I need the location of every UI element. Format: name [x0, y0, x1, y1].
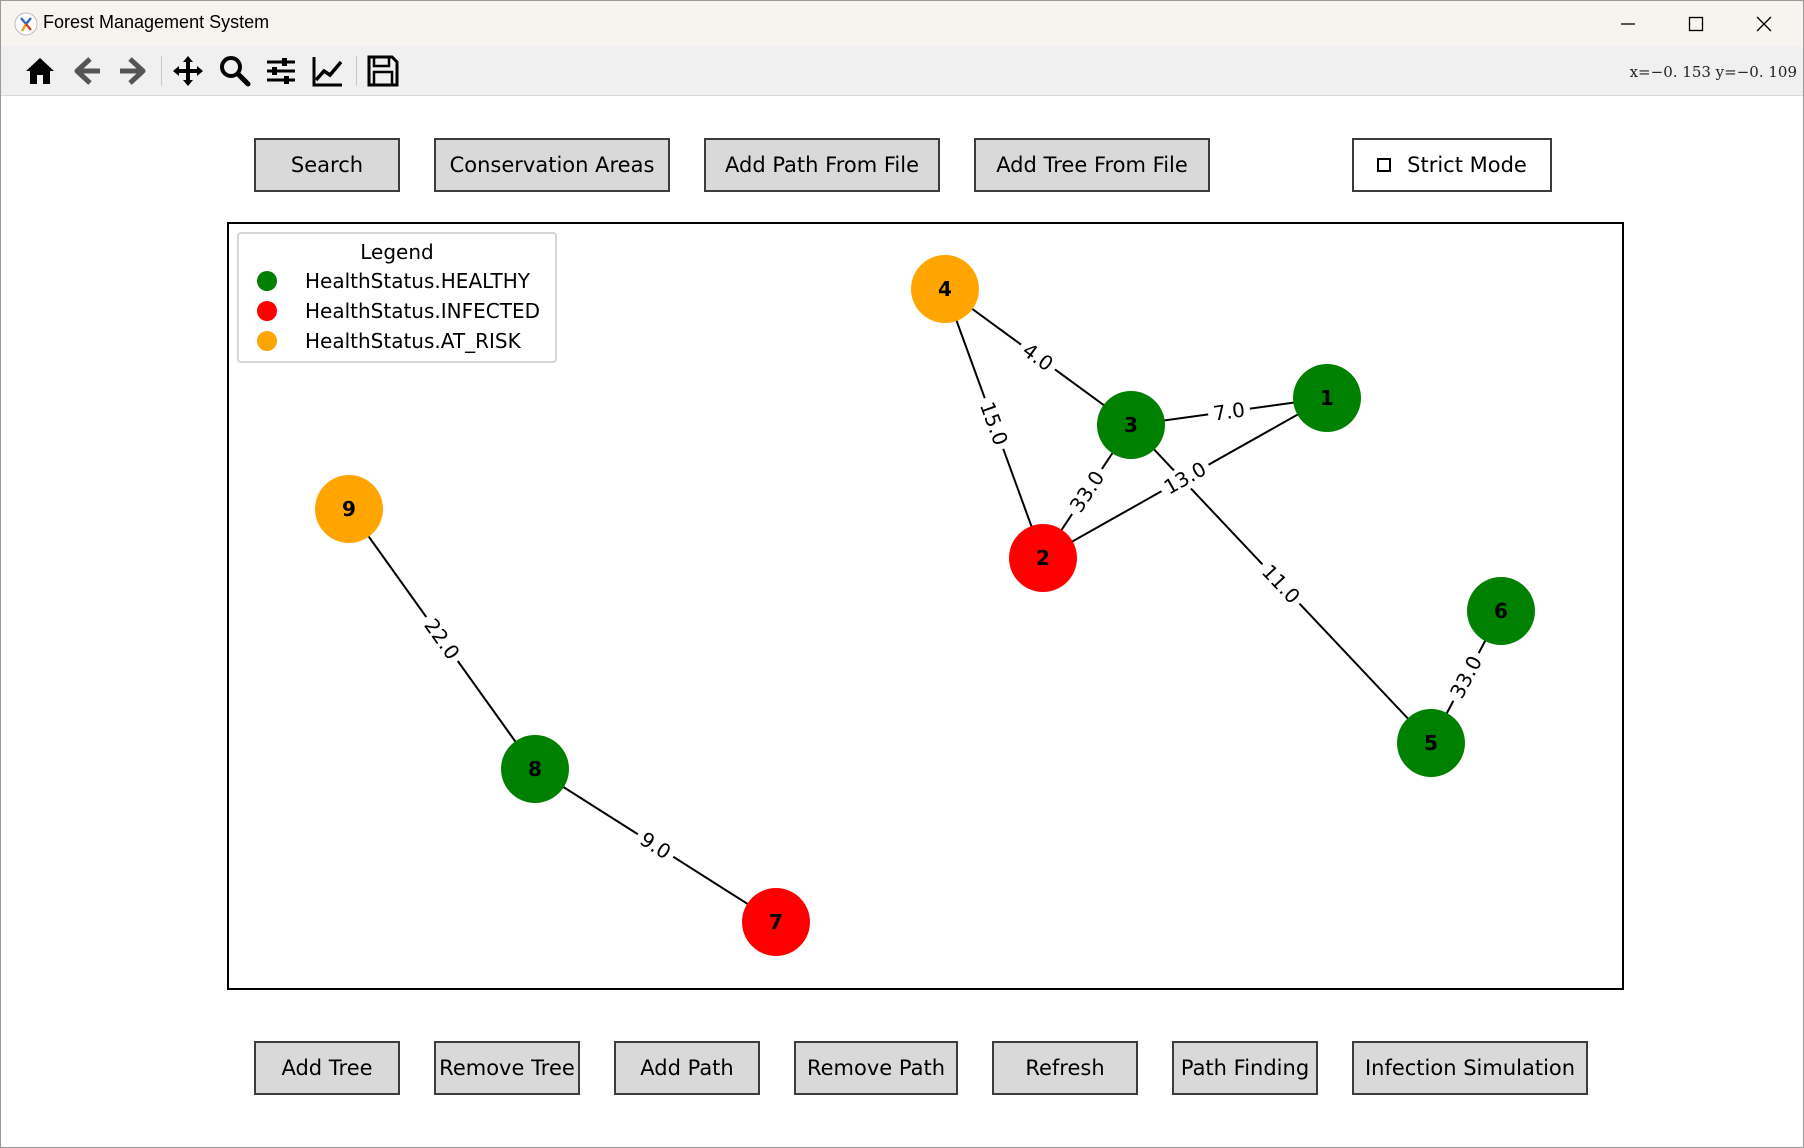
forward-arrow-icon	[120, 57, 146, 85]
legend-item-at-risk: HealthStatus.AT_RISK	[257, 327, 521, 355]
app-window: Forest Management System x=−0. 153 y=−0.…	[0, 0, 1804, 1148]
remove-tree-button[interactable]: Remove Tree	[434, 1041, 580, 1095]
toolbar-separator	[356, 56, 357, 86]
search-button[interactable]: Search	[254, 138, 400, 192]
pan-icon	[173, 56, 203, 86]
strict-mode-checkbox[interactable]: Strict Mode	[1352, 138, 1552, 192]
legend-item-infected: HealthStatus.INFECTED	[257, 297, 540, 325]
minimize-button[interactable]	[1594, 1, 1662, 46]
maximize-button[interactable]	[1662, 1, 1730, 46]
save-button[interactable]	[363, 51, 403, 91]
title-bar: Forest Management System	[1, 1, 1803, 46]
save-icon	[367, 55, 399, 87]
zoom-button[interactable]	[215, 51, 255, 91]
path-finding-button[interactable]: Path Finding	[1172, 1041, 1318, 1095]
edit-axis-button[interactable]	[308, 51, 348, 91]
infection-simulation-button[interactable]: Infection Simulation	[1352, 1041, 1588, 1095]
back-button[interactable]	[67, 51, 107, 91]
cursor-coordinates: x=−0. 153 y=−0. 109	[1629, 63, 1797, 81]
legend-label: HealthStatus.INFECTED	[305, 299, 540, 323]
legend-label: HealthStatus.HEALTHY	[305, 269, 530, 293]
checkbox-icon[interactable]	[1377, 158, 1392, 172]
legend-marker	[257, 331, 277, 351]
pan-button[interactable]	[168, 51, 208, 91]
legend-label: HealthStatus.AT_RISK	[305, 329, 521, 353]
configure-subplots-button[interactable]	[261, 51, 301, 91]
minimize-icon	[1621, 22, 1635, 25]
remove-path-button[interactable]: Remove Path	[794, 1041, 958, 1095]
edit-axis-icon	[312, 57, 343, 87]
app-logo-icon	[13, 11, 39, 37]
close-button[interactable]	[1730, 1, 1798, 46]
legend: Legend HealthStatus.HEALTHY HealthStatus…	[237, 232, 557, 363]
legend-title: Legend	[360, 240, 434, 264]
add-tree-from-file-button[interactable]: Add Tree From File	[974, 138, 1210, 192]
legend-marker	[257, 271, 277, 291]
legend-marker	[257, 301, 277, 321]
add-path-button[interactable]: Add Path	[614, 1041, 760, 1095]
home-icon	[26, 58, 54, 84]
maximize-icon	[1688, 16, 1704, 31]
add-tree-button[interactable]: Add Tree	[254, 1041, 400, 1095]
back-arrow-icon	[74, 57, 100, 85]
home-button[interactable]	[20, 51, 60, 91]
close-icon	[1756, 16, 1772, 31]
strict-mode-label: Strict Mode	[1407, 153, 1527, 177]
configure-subplots-icon	[267, 58, 295, 84]
toolbar-separator	[161, 56, 162, 86]
legend-item-healthy: HealthStatus.HEALTHY	[257, 267, 530, 295]
forward-button[interactable]	[113, 51, 153, 91]
refresh-button[interactable]: Refresh	[992, 1041, 1138, 1095]
plot-toolbar: x=−0. 153 y=−0. 109	[1, 46, 1803, 96]
add-path-from-file-button[interactable]: Add Path From File	[704, 138, 940, 192]
zoom-icon	[220, 56, 251, 87]
conservation-areas-button[interactable]: Conservation Areas	[434, 138, 670, 192]
window-title: Forest Management System	[43, 12, 270, 32]
